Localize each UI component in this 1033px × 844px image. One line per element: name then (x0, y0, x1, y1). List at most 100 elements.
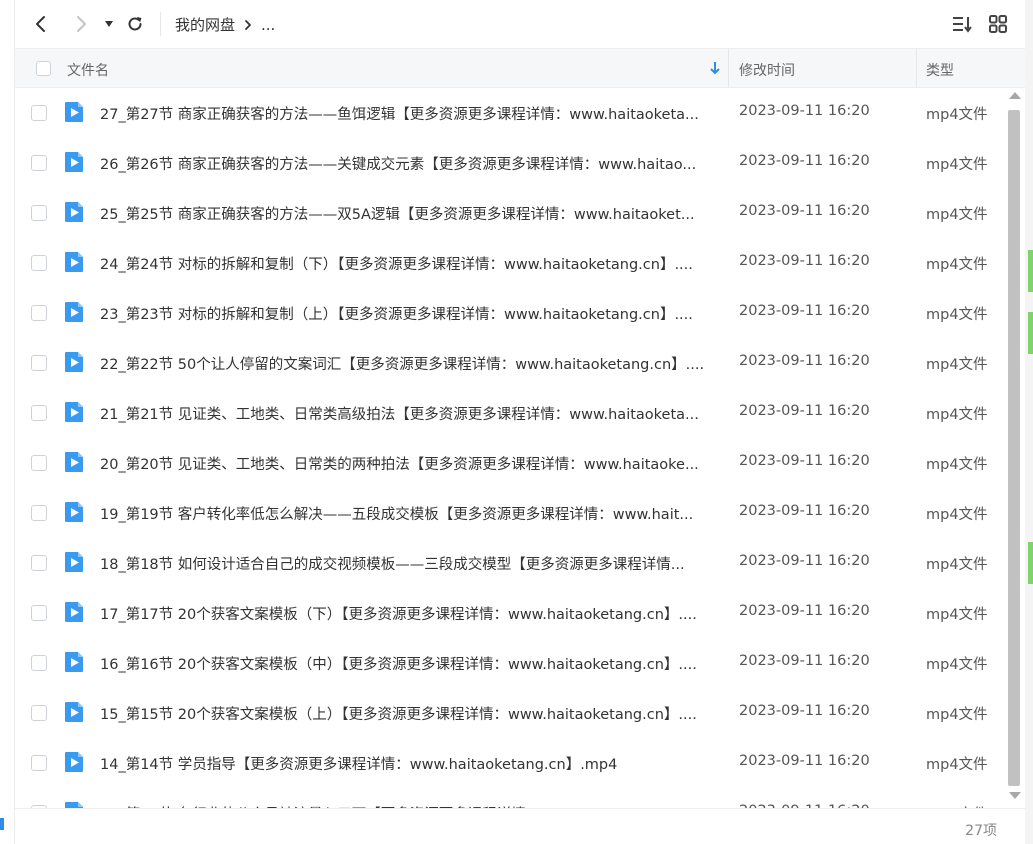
video-file-icon (65, 802, 83, 808)
file-name[interactable]: 18_第18节 如何设计适合自己的成交视频模板——三段成交模型【更多资源更多课程… (100, 553, 720, 574)
file-row[interactable]: 15_第15节 20个获客文案模板（上）【更多资源更多课程详情：www.hait… (15, 688, 1005, 738)
file-name[interactable]: 26_第26节 商家正确获客的方法——关键成交元素【更多资源更多课程详情：www… (100, 153, 720, 174)
column-header-time[interactable]: 修改时间 (739, 60, 795, 80)
arrow-down-icon[interactable] (709, 60, 721, 76)
forward-button[interactable] (69, 12, 93, 36)
file-type: mp4文件 (926, 407, 988, 423)
file-name[interactable]: 24_第24节 对标的拆解和复制（下）【更多资源更多课程详情：www.haita… (100, 253, 720, 274)
file-row[interactable]: 14_第14节 学员指导【更多资源更多课程详情：www.haitaoketang… (15, 738, 1005, 788)
file-modified-time: 2023-09-11 16:20 (739, 103, 870, 119)
column-divider[interactable] (916, 49, 917, 87)
file-type: mp4文件 (926, 357, 988, 373)
file-modified-time: 2023-09-11 16:20 (739, 253, 870, 269)
breadcrumb-separator-icon (245, 19, 251, 30)
file-type: mp4文件 (926, 207, 988, 223)
breadcrumb-more[interactable]: ... (261, 16, 275, 34)
row-checkbox[interactable] (31, 305, 47, 321)
file-name[interactable]: 23_第23节 对标的拆解和复制（上）【更多资源更多课程详情：www.haita… (100, 303, 720, 324)
row-checkbox[interactable] (31, 705, 47, 721)
file-row[interactable]: 25_第25节 商家正确获客的方法——双5A逻辑【更多资源更多课程详情：www.… (15, 188, 1005, 238)
breadcrumb-root[interactable]: 我的网盘 (175, 14, 235, 35)
video-file-icon (65, 202, 83, 222)
file-modified-time: 2023-09-11 16:20 (739, 453, 870, 469)
file-row[interactable]: 23_第23节 对标的拆解和复制（上）【更多资源更多课程详情：www.haita… (15, 288, 1005, 338)
file-modified-time: 2023-09-11 16:20 (739, 303, 870, 319)
row-checkbox[interactable] (31, 105, 47, 121)
file-name[interactable]: 20_第20节 见证类、工地类、日常类的两种拍法【更多资源更多课程详情：www.… (100, 453, 720, 474)
file-name[interactable]: 17_第17节 20个获客文案模板（下）【更多资源更多课程详情：www.hait… (100, 603, 720, 624)
row-checkbox[interactable] (31, 405, 47, 421)
file-row[interactable]: 16_第16节 20个获客文案模板（中）【更多资源更多课程详情：www.hait… (15, 638, 1005, 688)
row-checkbox[interactable] (31, 755, 47, 771)
chevron-left-icon (36, 16, 45, 32)
file-row[interactable]: 22_第22节 50个让人停留的文案词汇【更多资源更多课程详情：www.hait… (15, 338, 1005, 388)
column-header-name[interactable]: 文件名 (67, 60, 109, 80)
file-type: mp4文件 (926, 157, 988, 173)
file-name[interactable]: 15_第15节 20个获客文案模板（上）【更多资源更多课程详情：www.hait… (100, 703, 720, 724)
scroll-down-arrow[interactable] (1009, 792, 1021, 799)
file-name[interactable]: 16_第16节 20个获客文案模板（中）【更多资源更多课程详情：www.hait… (100, 653, 720, 674)
file-row[interactable]: 18_第18节 如何设计适合自己的成交视频模板——三段成交模型【更多资源更多课程… (15, 538, 1005, 588)
refresh-button[interactable] (123, 12, 147, 36)
video-file-icon (65, 652, 83, 672)
row-checkbox[interactable] (31, 605, 47, 621)
row-checkbox[interactable] (31, 655, 47, 671)
video-file-icon (65, 152, 83, 172)
video-file-icon (65, 602, 83, 622)
file-name[interactable]: 19_第19节 客户转化率低怎么解决——五段成交模板【更多资源更多课程详情：ww… (100, 503, 720, 524)
right-window-edge (1025, 0, 1033, 844)
file-modified-time: 2023-09-11 16:20 (739, 503, 870, 519)
file-row[interactable]: 24_第24节 对标的拆解和复制（下）【更多资源更多课程详情：www.haita… (15, 238, 1005, 288)
app-window: 我的网盘 ... 文件名 修改时间 类型 27_第27节 商家正确获客的方法——… (0, 0, 1033, 844)
toolbar-divider (160, 12, 161, 36)
video-file-icon (65, 552, 83, 572)
file-row[interactable]: 20_第20节 见证类、工地类、日常类的两种拍法【更多资源更多课程详情：www.… (15, 438, 1005, 488)
select-all-checkbox[interactable] (36, 61, 51, 76)
file-name[interactable]: 27_第27节 商家正确获客的方法——鱼饵逻辑【更多资源更多课程详情：www.h… (100, 103, 720, 124)
file-modified-time: 2023-09-11 16:20 (739, 203, 870, 219)
file-type: mp4文件 (926, 107, 988, 123)
file-modified-time: 2023-09-11 16:20 (739, 703, 870, 719)
file-name[interactable]: 21_第21节 见证类、工地类、日常类高级拍法【更多资源更多课程详情：www.h… (100, 403, 720, 424)
history-dropdown-button[interactable] (97, 12, 121, 36)
file-name[interactable]: 14_第14节 学员指导【更多资源更多课程详情：www.haitaoketang… (100, 753, 720, 774)
side-tab-marker (1028, 542, 1033, 584)
row-checkbox[interactable] (31, 505, 47, 521)
grid-view-button[interactable] (986, 12, 1010, 36)
column-header-type[interactable]: 类型 (926, 60, 954, 80)
video-file-icon (65, 452, 83, 472)
file-row[interactable]: 21_第21节 见证类、工地类、日常类高级拍法【更多资源更多课程详情：www.h… (15, 388, 1005, 438)
file-modified-time: 2023-09-11 16:20 (739, 353, 870, 369)
row-checkbox[interactable] (31, 155, 47, 171)
column-divider[interactable] (728, 49, 729, 87)
row-checkbox[interactable] (31, 455, 47, 471)
scroll-up-arrow[interactable] (1009, 92, 1021, 99)
scrollbar-thumb[interactable] (1008, 110, 1020, 786)
file-row[interactable]: 27_第27节 商家正确获客的方法——鱼饵逻辑【更多资源更多课程详情：www.h… (15, 88, 1005, 138)
row-checkbox[interactable] (31, 355, 47, 371)
back-button[interactable] (29, 12, 53, 36)
file-row[interactable]: 19_第19节 客户转化率低怎么解决——五段成交模板【更多资源更多课程详情：ww… (15, 488, 1005, 538)
video-file-icon (65, 702, 83, 722)
item-count: 27项 (965, 823, 997, 839)
file-row[interactable]: 26_第26节 商家正确获客的方法——关键成交元素【更多资源更多课程详情：www… (15, 138, 1005, 188)
file-type: mp4文件 (926, 507, 988, 523)
chevron-right-icon (77, 16, 86, 32)
vertical-scrollbar[interactable] (1007, 88, 1021, 806)
caret-down-icon (105, 21, 113, 27)
file-row[interactable]: 13_第13节 各行业的公众号被流量入口下【更多资源更多课程详情：www.hai… (15, 788, 1005, 808)
file-name[interactable]: 25_第25节 商家正确获客的方法——双5A逻辑【更多资源更多课程详情：www.… (100, 203, 720, 224)
sort-button[interactable] (950, 12, 974, 36)
row-checkbox[interactable] (31, 255, 47, 271)
row-checkbox[interactable] (31, 205, 47, 221)
sort-icon (953, 17, 972, 33)
file-type: mp4文件 (926, 307, 988, 323)
row-checkbox[interactable] (31, 555, 47, 571)
file-modified-time: 2023-09-11 16:20 (739, 653, 870, 669)
file-modified-time: 2023-09-11 16:20 (739, 553, 870, 569)
file-row[interactable]: 17_第17节 20个获客文案模板（下）【更多资源更多课程详情：www.hait… (15, 588, 1005, 638)
video-file-icon (65, 502, 83, 522)
file-name[interactable]: 22_第22节 50个让人停留的文案词汇【更多资源更多课程详情：www.hait… (100, 353, 720, 374)
sidebar-edge-marker (0, 818, 4, 830)
video-file-icon (65, 252, 83, 272)
